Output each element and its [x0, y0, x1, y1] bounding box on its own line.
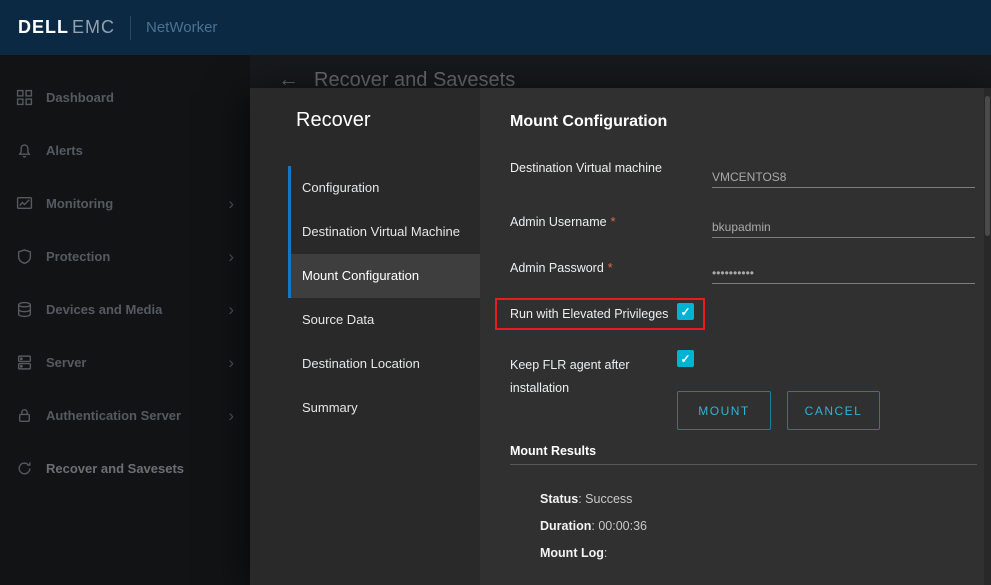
result-mount-log-row: Mount Log:: [540, 546, 607, 560]
wizard-step-configuration[interactable]: Configuration: [288, 166, 480, 210]
destination-vm-input[interactable]: VMCENTOS8: [712, 167, 975, 188]
scrollbar-thumb[interactable]: [985, 96, 990, 236]
elevated-privileges-checkbox[interactable]: ✓: [677, 303, 694, 320]
result-duration-row: Duration: 00:00:36: [540, 519, 647, 533]
wizard-step-nav: Recover Configuration Destination Virtua…: [250, 88, 480, 585]
wizard-step-destination-virtual-machine[interactable]: Destination Virtual Machine: [288, 210, 480, 254]
keep-flr-agent-label: Keep FLR agent after installation: [510, 354, 665, 400]
recover-wizard-dialog: Recover Configuration Destination Virtua…: [250, 88, 991, 585]
product-name: NetWorker: [146, 19, 217, 36]
wizard-step-summary[interactable]: Summary: [288, 386, 480, 430]
panel-scrollbar[interactable]: [984, 88, 991, 585]
panel-title: Mount Configuration: [510, 113, 667, 131]
cancel-button[interactable]: CANCEL: [787, 391, 880, 430]
keep-flr-agent-checkbox[interactable]: ✓: [677, 350, 694, 367]
required-marker: *: [611, 215, 616, 229]
wizard-step-source-data[interactable]: Source Data: [288, 298, 480, 342]
mount-results-title: Mount Results: [510, 444, 596, 458]
result-status-row: Status: Success: [540, 492, 632, 506]
content-area: Dashboard Alerts Monitoring ›: [0, 55, 991, 585]
required-marker: *: [608, 261, 613, 275]
wizard-title: Recover: [296, 109, 370, 132]
destination-vm-label: Destination Virtual machine: [510, 161, 666, 175]
admin-password-label: Admin Password*: [510, 261, 613, 275]
mount-button[interactable]: MOUNT: [677, 391, 771, 430]
elevated-privileges-label: Run with Elevated Privileges: [510, 307, 668, 321]
topbar: DELL EMC NetWorker: [0, 0, 991, 55]
topbar-divider: [130, 16, 131, 40]
admin-username-input[interactable]: bkupadmin: [712, 217, 975, 238]
results-divider: [510, 464, 977, 465]
wizard-steps-list: Configuration Destination Virtual Machin…: [288, 166, 480, 430]
emc-logo-text: EMC: [72, 17, 115, 38]
wizard-step-mount-configuration[interactable]: Mount Configuration: [288, 254, 480, 298]
admin-username-label: Admin Username*: [510, 215, 615, 229]
dell-emc-logo: DELL EMC: [18, 17, 115, 38]
mount-configuration-panel: Mount Configuration Destination Virtual …: [480, 88, 991, 585]
admin-password-input[interactable]: ••••••••••: [712, 263, 975, 284]
wizard-step-destination-location[interactable]: Destination Location: [288, 342, 480, 386]
dell-logo-text: DELL: [18, 17, 69, 38]
